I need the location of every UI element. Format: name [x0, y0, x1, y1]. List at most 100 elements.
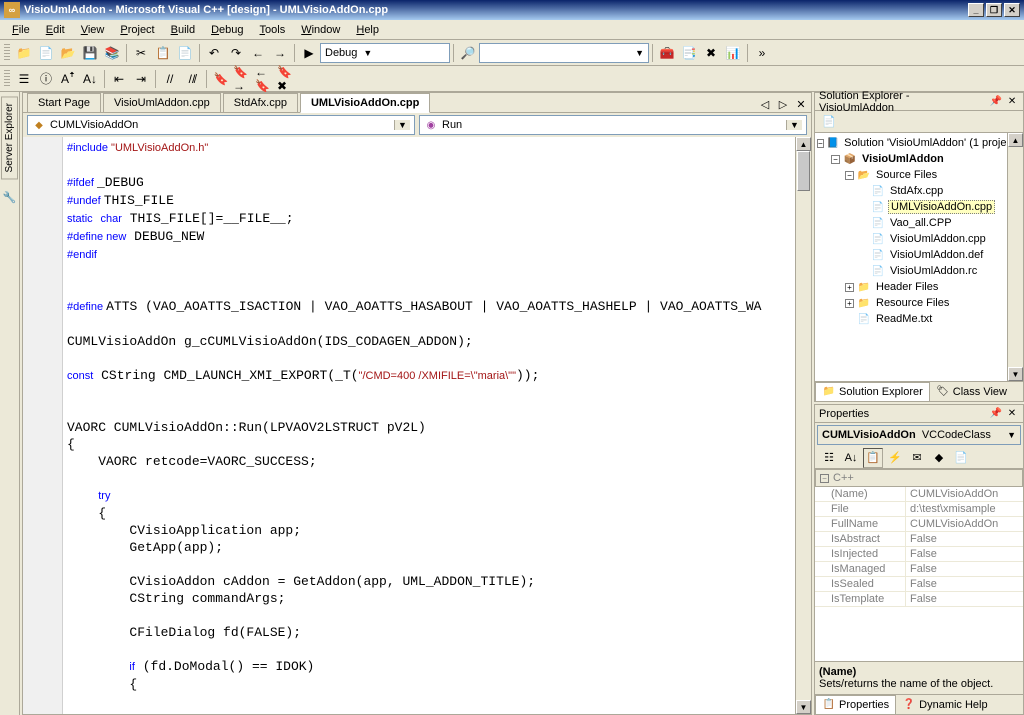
scroll-up-icon[interactable]: ▲ [796, 137, 811, 151]
tree-node[interactable]: −📂Source Files [817, 167, 1005, 183]
close-icon[interactable]: ✕ [1005, 407, 1019, 421]
config-combo[interactable]: Debug ▼ [320, 43, 450, 63]
tab-close-icon[interactable]: ✕ [793, 96, 809, 112]
find-icon[interactable]: 🔎 [457, 42, 479, 64]
class-view-icon[interactable]: 📊 [722, 42, 744, 64]
categorized-icon[interactable]: ☷ [819, 448, 839, 468]
document-tab[interactable]: VisioUmlAddon.cpp [103, 93, 221, 112]
uncomment-icon[interactable]: //̸ [181, 68, 203, 90]
server-explorer-tab[interactable]: Server Explorer [1, 96, 18, 179]
tab-scroll-left-icon[interactable]: ◁ [757, 96, 773, 112]
nav-back-icon[interactable]: ← [247, 42, 269, 64]
events-icon[interactable]: ⚡ [885, 448, 905, 468]
copy-icon[interactable]: 📋 [152, 42, 174, 64]
vertical-scrollbar[interactable]: ▲ ▼ [1007, 133, 1023, 381]
word-complete-icon[interactable]: A↓ [79, 68, 101, 90]
tab-scroll-right-icon[interactable]: ▷ [775, 96, 791, 112]
property-category[interactable]: − C++ [815, 469, 1023, 487]
property-row[interactable]: Filed:\test\xmisample [815, 502, 1023, 517]
view-code-icon[interactable]: 📄 [819, 112, 839, 132]
tree-node[interactable]: 📄VisioUmlAddon.cpp [817, 231, 1005, 247]
solution-explorer-tab[interactable]: 📁 Solution Explorer [815, 382, 930, 402]
tree-node[interactable]: +📁Resource Files [817, 295, 1005, 311]
menu-window[interactable]: Window [293, 22, 348, 38]
method-dropdown[interactable]: ◉ Run ▼ [419, 115, 807, 135]
tree-toggle-icon[interactable]: + [845, 299, 854, 308]
restore-button[interactable]: ❐ [986, 3, 1002, 17]
bookmark-next-icon[interactable]: 🔖→ [232, 68, 254, 90]
properties-tab[interactable]: 📋 Properties [815, 695, 896, 715]
tree-toggle-icon[interactable]: + [845, 283, 854, 292]
nav-fwd-icon[interactable]: → [269, 42, 291, 64]
minimize-button[interactable]: _ [968, 3, 984, 17]
comment-icon[interactable]: // [159, 68, 181, 90]
quick-info-icon[interactable]: Aꜛ [57, 68, 79, 90]
close-button[interactable]: ✕ [1004, 3, 1020, 17]
toolbar-grip[interactable] [4, 70, 10, 88]
alphabetical-icon[interactable]: A↓ [841, 448, 861, 468]
menu-build[interactable]: Build [163, 22, 203, 38]
save-all-icon[interactable]: 📚 [101, 42, 123, 64]
scroll-up-icon[interactable]: ▲ [1008, 133, 1023, 147]
more-icon[interactable]: » [751, 42, 773, 64]
tree-node[interactable]: 📄UMLVisioAddOn.cpp [817, 199, 1005, 215]
menu-file[interactable]: File [4, 22, 38, 38]
pin-icon[interactable]: 📌 [989, 407, 1003, 421]
property-row[interactable]: IsManagedFalse [815, 562, 1023, 577]
code-content[interactable]: #include "UMLVisioAddOn.h" #ifdef _DEBUG… [63, 137, 795, 714]
undo-icon[interactable]: ↶ [203, 42, 225, 64]
scroll-down-icon[interactable]: ▼ [796, 700, 811, 714]
tree-node[interactable]: 📄ReadMe.txt [817, 311, 1005, 327]
document-tab[interactable]: UMLVisioAddOn.cpp [300, 93, 430, 113]
options-icon[interactable]: ✖ [700, 42, 722, 64]
toolbar-grip[interactable] [4, 44, 10, 62]
menu-project[interactable]: Project [112, 22, 162, 38]
menu-help[interactable]: Help [348, 22, 387, 38]
toolbox-icon[interactable]: 🧰 [656, 42, 678, 64]
toolbox-tab-icon[interactable]: 🔧 [2, 189, 18, 205]
new-project-icon[interactable]: 📁 [13, 42, 35, 64]
tree-toggle-icon[interactable]: − [831, 155, 840, 164]
indent-inc-icon[interactable]: ⇥ [130, 68, 152, 90]
tree-node[interactable]: 📄VisioUmlAddon.rc [817, 263, 1005, 279]
tree-node[interactable]: −📘Solution 'VisioUmlAddon' (1 project) [817, 135, 1005, 151]
property-row[interactable]: IsTemplateFalse [815, 592, 1023, 607]
properties-icon[interactable]: 📋 [863, 448, 883, 468]
indent-dec-icon[interactable]: ⇤ [108, 68, 130, 90]
scroll-thumb[interactable] [797, 151, 810, 191]
code-editor[interactable]: #include "UMLVisioAddOn.h" #ifdef _DEBUG… [23, 137, 811, 714]
tree-toggle-icon[interactable]: − [845, 171, 854, 180]
class-view-tab[interactable]: 🏷 Class View [930, 383, 1013, 401]
menu-tools[interactable]: Tools [252, 22, 294, 38]
add-item-icon[interactable]: 📄 [35, 42, 57, 64]
document-tab[interactable]: Start Page [27, 93, 101, 112]
param-info-icon[interactable]: ⓘ [35, 68, 57, 90]
overrides-icon[interactable]: ◆ [929, 448, 949, 468]
property-pages-icon[interactable]: 📄 [951, 448, 971, 468]
class-dropdown[interactable]: ◆ CUMLVisioAddOn ▼ [27, 115, 415, 135]
paste-icon[interactable]: 📄 [174, 42, 196, 64]
close-icon[interactable]: ✕ [1005, 95, 1019, 109]
find-combo[interactable]: ▼ [479, 43, 649, 63]
properties-grid[interactable]: − C++ (Name)CUMLVisioAddOnFiled:\test\xm… [815, 469, 1023, 661]
messages-icon[interactable]: ✉ [907, 448, 927, 468]
tree-node[interactable]: 📄VisioUmlAddon.def [817, 247, 1005, 263]
cut-icon[interactable]: ✂ [130, 42, 152, 64]
solution-tree[interactable]: −📘Solution 'VisioUmlAddon' (1 project)−📦… [815, 133, 1007, 381]
tree-node[interactable]: 📄Vao_all.CPP [817, 215, 1005, 231]
pin-icon[interactable]: 📌 [989, 95, 1003, 109]
menu-debug[interactable]: Debug [203, 22, 251, 38]
bookmark-prev-icon[interactable]: ←🔖 [254, 68, 276, 90]
menu-view[interactable]: View [73, 22, 113, 38]
properties-icon[interactable]: 📑 [678, 42, 700, 64]
bookmark-clear-icon[interactable]: 🔖✖ [276, 68, 298, 90]
property-row[interactable]: (Name)CUMLVisioAddOn [815, 487, 1023, 502]
open-icon[interactable]: 📂 [57, 42, 79, 64]
document-tab[interactable]: StdAfx.cpp [223, 93, 298, 112]
start-icon[interactable]: ▶ [298, 42, 320, 64]
property-row[interactable]: IsInjectedFalse [815, 547, 1023, 562]
vertical-scrollbar[interactable]: ▲ ▼ [795, 137, 811, 714]
scroll-down-icon[interactable]: ▼ [1008, 367, 1023, 381]
properties-object-combo[interactable]: CUMLVisioAddOn VCCodeClass ▼ [817, 425, 1021, 445]
tree-toggle-icon[interactable]: − [817, 139, 824, 148]
